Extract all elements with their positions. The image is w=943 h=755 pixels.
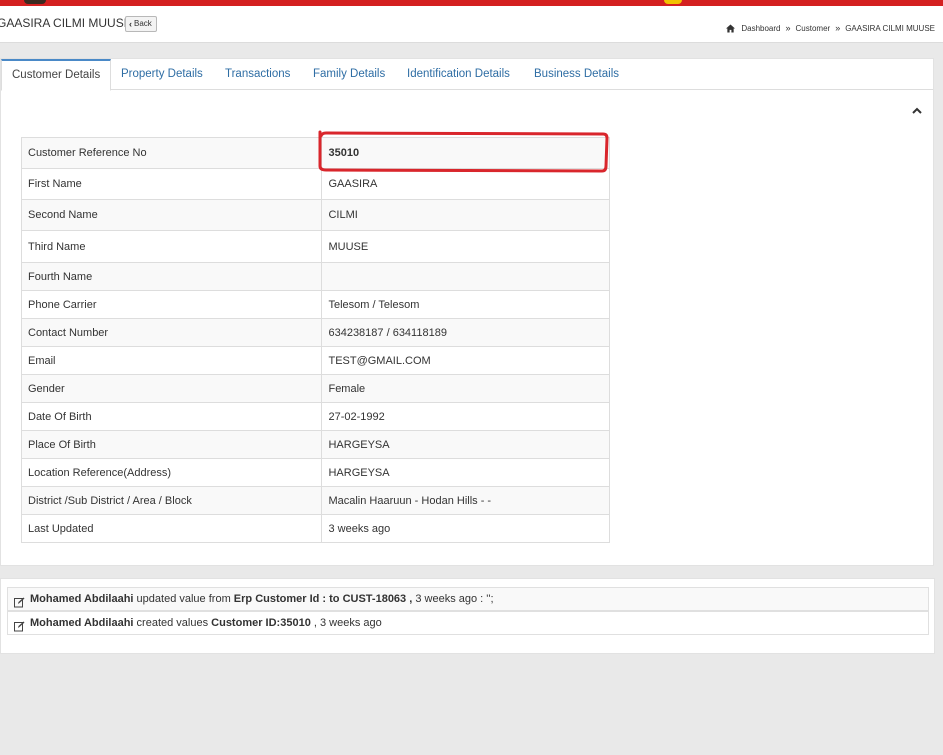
- edit-icon: [14, 618, 25, 631]
- customer-details-table: Customer Reference No 35010 First Name G…: [20, 137, 610, 543]
- detail-label: Contact Number: [20, 318, 323, 347]
- activity-user: Mohamed Abdilaahi: [30, 593, 134, 605]
- breadcrumb-dashboard[interactable]: Dashboard: [741, 24, 780, 33]
- detail-value: TEST@GMAIL.COM: [321, 346, 610, 375]
- activity-field: Erp Customer Id : to CUST-18063 ,: [233, 593, 413, 605]
- table-row: Fourth Name: [20, 262, 610, 291]
- activity-item: Mohamed Abdilaahi created values Custome…: [7, 611, 929, 635]
- detail-value: 634238187 / 634118189: [321, 318, 610, 347]
- activity-field: Customer ID:35010: [211, 617, 311, 629]
- chevron-left-icon: ‹: [129, 19, 132, 29]
- page-title: GAASIRA CILMI MUUSE: [0, 16, 132, 30]
- activity-action: created values: [133, 617, 212, 629]
- table-row: Contact Number 634238187 / 634118189: [20, 318, 610, 347]
- detail-value: HARGEYSA: [321, 458, 610, 487]
- back-button-label: Back: [134, 19, 152, 28]
- detail-label: Location Reference(Address): [20, 458, 323, 487]
- breadcrumb-customer[interactable]: Customer: [796, 24, 831, 33]
- activity-log: Mohamed Abdilaahi updated value from Erp…: [0, 578, 935, 654]
- tab-transactions[interactable]: Transactions: [225, 59, 290, 90]
- detail-label: Phone Carrier: [20, 290, 323, 319]
- table-row: Third Name MUUSE: [20, 230, 610, 263]
- detail-label: Gender: [20, 374, 323, 403]
- detail-label: Fourth Name: [20, 262, 323, 291]
- detail-value: Macalin Haaruun - Hodan Hills - -: [321, 486, 610, 515]
- detail-value: Female: [321, 374, 610, 403]
- table-row: Place Of Birth HARGEYSA: [20, 430, 610, 459]
- table-row: Date Of Birth 27-02-1992: [20, 402, 610, 431]
- tab-customer-details[interactable]: Customer Details: [1, 59, 112, 91]
- logo-fragment: [24, 0, 46, 4]
- detail-value: 35010: [321, 137, 610, 169]
- activity-time: 3 weeks ago : '';: [412, 593, 494, 605]
- table-row: Email TEST@GMAIL.COM: [20, 346, 610, 375]
- tab-family-details[interactable]: Family Details: [313, 59, 385, 90]
- detail-label: Second Name: [20, 199, 323, 231]
- table-row: Customer Reference No 35010: [20, 137, 610, 169]
- tab-identification-details[interactable]: Identification Details: [407, 59, 510, 90]
- edit-icon: [14, 594, 25, 607]
- detail-label: Last Updated: [20, 514, 323, 543]
- detail-label: First Name: [20, 168, 323, 200]
- table-row: Location Reference(Address) HARGEYSA: [20, 458, 610, 487]
- detail-label: District /Sub District / Area / Block: [20, 486, 323, 515]
- table-row: Gender Female: [20, 374, 610, 403]
- activity-item: Mohamed Abdilaahi updated value from Erp…: [7, 587, 929, 611]
- detail-value: CILMI: [321, 199, 610, 231]
- breadcrumb-separator: »: [835, 23, 841, 33]
- notification-fragment: [664, 0, 682, 4]
- table-row: Phone Carrier Telesom / Telesom: [20, 290, 610, 319]
- activity-time: , 3 weeks ago: [310, 617, 382, 629]
- detail-value: 27-02-1992: [321, 402, 610, 431]
- breadcrumb-current: GAASIRA CILMI MUUSE: [845, 23, 935, 33]
- page-header: GAASIRA CILMI MUUSE ‹ Back Dashboard » C…: [0, 6, 943, 43]
- back-button[interactable]: ‹ Back: [125, 16, 157, 32]
- detail-value: 3 weeks ago: [321, 514, 610, 543]
- detail-label: Date Of Birth: [20, 402, 323, 431]
- detail-label: Customer Reference No: [20, 137, 323, 169]
- breadcrumb: Dashboard » Customer » GAASIRA CILMI MUU…: [726, 23, 935, 33]
- table-row: Last Updated 3 weeks ago: [20, 514, 610, 543]
- detail-label: Place Of Birth: [20, 430, 323, 459]
- detail-label: Email: [20, 346, 323, 375]
- detail-value: GAASIRA: [321, 168, 610, 200]
- chevron-up-icon[interactable]: [911, 105, 923, 115]
- table-row: District /Sub District / Area / Block Ma…: [20, 486, 610, 515]
- detail-value: MUUSE: [321, 230, 610, 263]
- detail-value: HARGEYSA: [321, 430, 610, 459]
- table-row: Second Name CILMI: [20, 199, 610, 231]
- tab-property-details[interactable]: Property Details: [121, 59, 203, 90]
- home-icon: [726, 23, 736, 33]
- customer-panel: Customer Details Property Details Transa…: [0, 58, 934, 566]
- activity-user: Mohamed Abdilaahi: [30, 617, 134, 629]
- breadcrumb-separator: »: [785, 23, 791, 33]
- activity-action: updated value from: [133, 593, 234, 605]
- detail-label: Third Name: [20, 230, 323, 263]
- tab-business-details[interactable]: Business Details: [534, 59, 619, 90]
- tab-bar: Customer Details Property Details Transa…: [1, 59, 933, 91]
- detail-value: Telesom / Telesom: [321, 290, 610, 319]
- table-row: First Name GAASIRA: [20, 168, 610, 200]
- detail-value: [321, 262, 610, 291]
